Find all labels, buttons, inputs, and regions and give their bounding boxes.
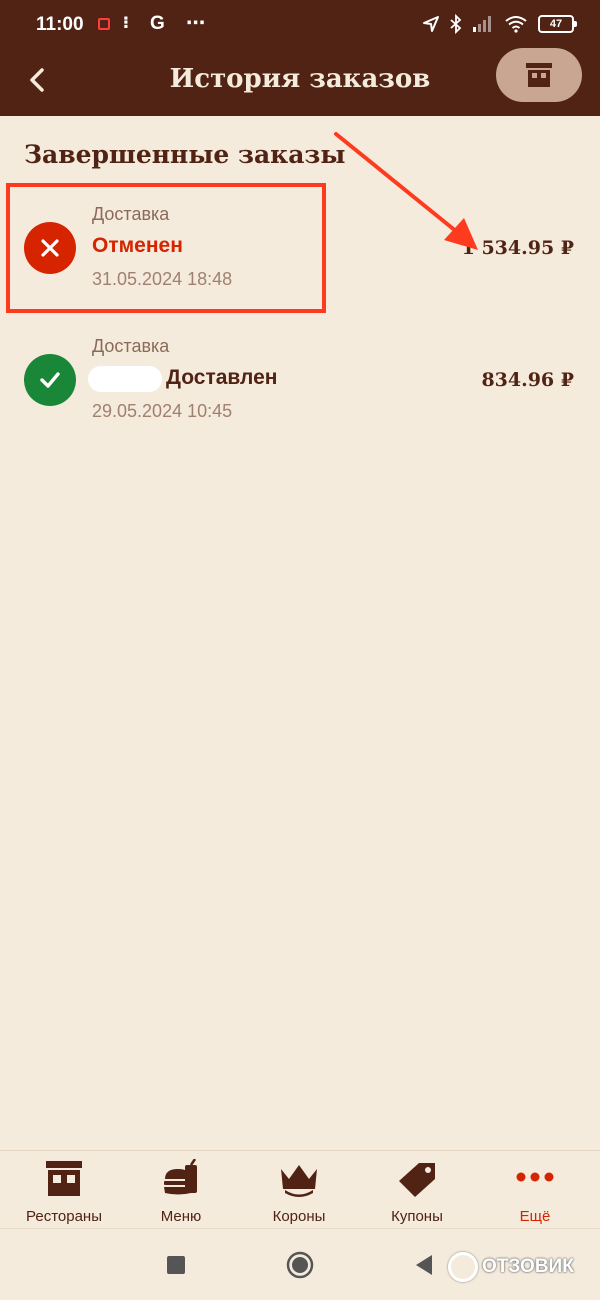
battery-icon: 47 <box>538 15 577 33</box>
burger-icon <box>164 1159 197 1195</box>
status-time: 11:00 <box>36 14 84 35</box>
order-status: Доставлен <box>166 366 278 389</box>
more-notifications-icon: ⋯ <box>186 12 206 34</box>
watermark-logo-icon <box>448 1252 478 1282</box>
crown-icon <box>281 1165 317 1197</box>
nav-label: Меню <box>160 1208 202 1225</box>
steps-icon: ⠇ <box>122 14 135 33</box>
annotation-highlight-box <box>6 183 326 313</box>
checkmark-icon <box>40 372 60 388</box>
status-bar: 11:00 ⠇ G ⋯ 47 <box>0 0 600 50</box>
app-header: История заказов <box>0 48 600 116</box>
coupon-icon <box>399 1163 435 1197</box>
nav-item-coupons[interactable]: Купоны <box>357 1151 477 1229</box>
more-dots-icon <box>516 1172 554 1182</box>
section-title: Завершенные заказы <box>24 140 346 169</box>
back-nav-button[interactable] <box>406 1247 442 1283</box>
bluetooth-icon <box>450 14 462 34</box>
nav-item-menu[interactable]: Меню <box>121 1151 241 1229</box>
restaurant-icon <box>46 1161 82 1196</box>
nav-label: Короны <box>272 1208 326 1225</box>
order-price: 834.96 ₽ <box>481 369 574 391</box>
wifi-icon <box>505 16 527 33</box>
nav-label: Ещё <box>519 1208 551 1225</box>
order-type: Доставка <box>92 336 170 356</box>
recent-apps-button[interactable] <box>158 1247 194 1283</box>
google-icon: G <box>150 13 165 34</box>
nav-item-restaurants[interactable]: Рестораны <box>4 1151 124 1229</box>
nav-item-more[interactable]: Ещё <box>475 1151 595 1229</box>
home-button[interactable] <box>282 1247 318 1283</box>
redacted-area <box>88 366 162 392</box>
annotation-arrow-icon <box>334 132 478 250</box>
bottom-navigation: Рестораны Меню Короны Купоны Ещё <box>0 1150 600 1228</box>
order-item[interactable]: Доставка Доставлен 29.05.2024 10:45 834.… <box>0 322 600 432</box>
restaurant-icon <box>526 63 552 87</box>
order-date: 29.05.2024 10:45 <box>92 401 233 421</box>
location-icon <box>423 16 439 32</box>
watermark-text: ОТЗОВИК <box>482 1256 574 1277</box>
restaurant-button[interactable] <box>496 48 582 102</box>
watermark: ОТЗОВИК <box>448 1252 574 1282</box>
delivered-status <box>24 354 76 406</box>
nav-item-crowns[interactable]: Короны <box>239 1151 359 1229</box>
notification-icon <box>98 18 110 30</box>
signal-icon <box>473 16 491 32</box>
nav-label: Рестораны <box>26 1208 102 1225</box>
status-icons: 47 <box>422 14 577 34</box>
nav-label: Купоны <box>391 1208 443 1225</box>
